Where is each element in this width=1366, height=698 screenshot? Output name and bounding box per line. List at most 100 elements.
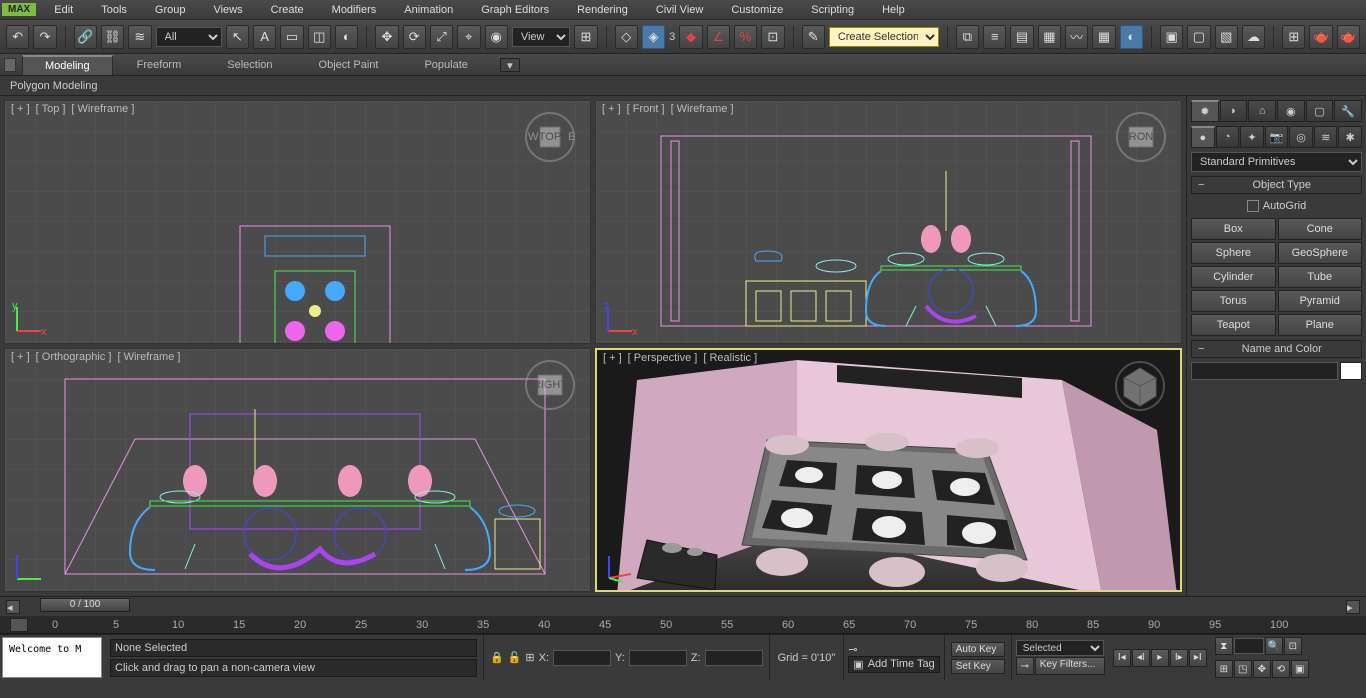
undo-button[interactable]: ↶ <box>6 25 29 49</box>
link-button[interactable]: 🔗 <box>74 25 97 49</box>
app-badge[interactable]: MAX <box>2 3 36 16</box>
tab-utilities-icon[interactable]: 🔧 <box>1334 100 1362 122</box>
tab-hierarchy-icon[interactable]: ⌂ <box>1248 100 1276 122</box>
add-time-tag[interactable]: Add Time Tag <box>868 658 935 670</box>
goto-end-button[interactable]: ▸I <box>1189 649 1207 667</box>
ribbon-collapse-icon[interactable] <box>4 58 16 72</box>
ref-coord-combo[interactable]: View <box>512 27 570 47</box>
cat-systems-icon[interactable]: ✱ <box>1338 126 1362 148</box>
tab-modify-icon[interactable]: ◗ <box>1220 100 1248 122</box>
window-crossing-button[interactable]: ◫ <box>308 25 331 49</box>
box-button[interactable]: Box <box>1191 218 1276 240</box>
slider-prev-button[interactable]: ◂ <box>6 600 20 614</box>
sphere-button[interactable]: Sphere <box>1191 242 1276 264</box>
cat-spacewarps-icon[interactable]: ≋ <box>1314 126 1338 148</box>
set-key-icon[interactable]: ⊸ <box>1016 657 1034 675</box>
named-selection-combo[interactable]: Create Selection Se <box>829 27 939 47</box>
manipulate-button[interactable]: ⊞ <box>574 25 597 49</box>
move-button[interactable]: ✥ <box>375 25 398 49</box>
ribbon-menu-icon[interactable]: ▾ <box>500 58 520 72</box>
object-name-field[interactable] <box>1191 362 1338 380</box>
geosphere-button[interactable]: GeoSphere <box>1278 242 1363 264</box>
fov-button[interactable]: ◳ <box>1234 660 1252 678</box>
angle-snap-button[interactable]: ◆ <box>679 25 702 49</box>
orbit-button[interactable]: ⟲ <box>1272 660 1290 678</box>
key-mode-icon[interactable]: ⊸ <box>848 643 857 656</box>
rect-region-button[interactable]: ▭ <box>280 25 303 49</box>
viewport-front[interactable]: [ + ][ Front ][ Wireframe ] FRONT xz <box>595 100 1182 344</box>
edit-named-sel-button[interactable]: ⊡ <box>761 25 784 49</box>
viewport-label[interactable]: [ + ][ Front ][ Wireframe ] <box>600 103 736 115</box>
unlink-button[interactable]: ⛓ <box>101 25 124 49</box>
render-setup-button[interactable]: ▣ <box>1160 25 1183 49</box>
z-input[interactable] <box>705 650 763 666</box>
time-config-button[interactable]: ⧗ <box>1215 637 1233 655</box>
viewport-label[interactable]: [ + ][ Perspective ][ Realistic ] <box>601 352 759 364</box>
x-input[interactable] <box>553 650 611 666</box>
menu-modifiers[interactable]: Modifiers <box>318 2 391 18</box>
percent-snap-button[interactable]: ∠ <box>707 25 730 49</box>
menu-civil-view[interactable]: Civil View <box>642 2 717 18</box>
use-pivot-button[interactable]: ◉ <box>485 25 508 49</box>
tab-selection[interactable]: Selection <box>205 56 294 74</box>
pan-button[interactable]: ✥ <box>1253 660 1271 678</box>
key-selection-combo[interactable]: Selected <box>1016 640 1104 656</box>
selection-filter-combo[interactable]: All <box>156 27 222 47</box>
viewcube-icon[interactable]: TOPWE <box>522 109 578 165</box>
tab-modeling[interactable]: Modeling <box>22 55 113 75</box>
tab-create-icon[interactable]: ✹ <box>1191 100 1219 122</box>
absolute-mode-icon[interactable]: ⊞ <box>525 651 534 664</box>
zoom-extents-button[interactable]: ⊞ <box>1215 660 1233 678</box>
cat-helpers-icon[interactable]: ◎ <box>1289 126 1313 148</box>
schematic-view-button[interactable]: ▦ <box>1092 25 1115 49</box>
keyboard-shortcut-button[interactable]: ◇ <box>615 25 638 49</box>
paint-sel-button[interactable]: ◐ <box>335 25 358 49</box>
autogrid-checkbox[interactable] <box>1247 200 1259 212</box>
cat-shapes-icon[interactable]: ◔ <box>1216 126 1240 148</box>
slider-next-button[interactable]: ▸ <box>1346 600 1360 614</box>
name-color-rollout[interactable]: −Name and Color <box>1191 340 1362 358</box>
current-frame-input[interactable] <box>1234 638 1264 654</box>
menu-scripting[interactable]: Scripting <box>797 2 868 18</box>
cone-button[interactable]: Cone <box>1278 218 1363 240</box>
mirror-button[interactable]: ⧉ <box>956 25 979 49</box>
select-by-name-button[interactable]: A <box>253 25 276 49</box>
key-filters-button[interactable]: Key Filters... <box>1035 657 1105 675</box>
time-slider[interactable]: ◂ 0 / 100 ▸ <box>0 596 1366 616</box>
y-input[interactable] <box>629 650 687 666</box>
time-tag-icon[interactable]: ▣ <box>853 658 863 671</box>
material-editor-button[interactable]: ◐ <box>1120 25 1143 49</box>
max-viewport-button[interactable]: ▣ <box>1291 660 1309 678</box>
menu-animation[interactable]: Animation <box>390 2 467 18</box>
teapot-button[interactable]: Teapot <box>1191 314 1276 336</box>
tab-freeform[interactable]: Freeform <box>115 56 204 74</box>
spinner-snap-button[interactable]: % <box>734 25 757 49</box>
snap-toggle-button[interactable]: ◈ <box>642 25 665 49</box>
ref-coord-icon[interactable]: ⌖ <box>457 25 480 49</box>
align-button[interactable]: ≡ <box>983 25 1006 49</box>
render-teapot-prod-button[interactable]: 🫖 <box>1337 25 1360 49</box>
tab-motion-icon[interactable]: ◉ <box>1277 100 1305 122</box>
menu-tools[interactable]: Tools <box>87 2 141 18</box>
scale-button[interactable]: ⤢ <box>430 25 453 49</box>
viewcube-icon[interactable] <box>1112 358 1168 414</box>
prev-frame-button[interactable]: ◂I <box>1132 649 1150 667</box>
viewcube-icon[interactable]: RIGHT <box>522 357 578 413</box>
cat-cameras-icon[interactable]: 📷 <box>1265 126 1289 148</box>
menu-edit[interactable]: Edit <box>40 2 87 18</box>
cat-lights-icon[interactable]: ✦ <box>1240 126 1264 148</box>
menu-group[interactable]: Group <box>141 2 200 18</box>
object-type-rollout[interactable]: −Object Type <box>1191 176 1362 194</box>
viewport-label[interactable]: [ + ][ Orthographic ][ Wireframe ] <box>9 351 182 363</box>
named-sel-abc-icon[interactable]: ✎ <box>802 25 825 49</box>
menu-help[interactable]: Help <box>868 2 919 18</box>
cylinder-button[interactable]: Cylinder <box>1191 266 1276 288</box>
viewport-perspective[interactable]: [ + ][ Perspective ][ Realistic ] <box>595 348 1182 592</box>
primitive-category-combo[interactable]: Standard Primitives <box>1191 152 1362 172</box>
tab-populate[interactable]: Populate <box>402 56 489 74</box>
zoom-button[interactable]: 🔍 <box>1265 637 1283 655</box>
pyramid-button[interactable]: Pyramid <box>1278 290 1363 312</box>
render-teapot-button[interactable]: 🫖 <box>1309 25 1332 49</box>
viewcube-icon[interactable]: FRONT <box>1113 109 1169 165</box>
time-slider-handle[interactable]: 0 / 100 <box>40 598 130 612</box>
